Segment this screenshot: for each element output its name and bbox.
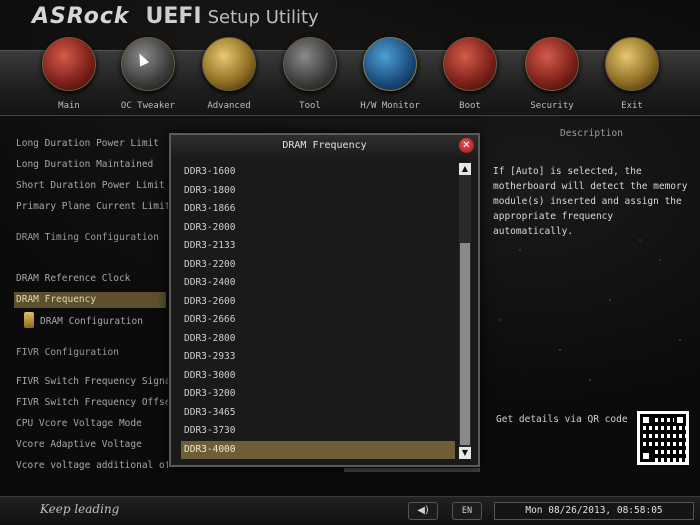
nav-tab-security[interactable]: Security (512, 37, 592, 117)
setting-item-selected[interactable]: DRAM Frequency (14, 292, 166, 308)
frequency-option[interactable]: DDR3-2133 (181, 237, 455, 256)
nav-tab-exit[interactable]: Exit (592, 37, 672, 117)
frequency-option[interactable]: DDR3-3730 (181, 422, 455, 441)
description-text: If [Auto] is selected, the motherboard w… (493, 166, 688, 237)
frequency-option[interactable]: DDR3-1600 (181, 163, 455, 182)
scroll-up-icon[interactable]: ▲ (459, 163, 471, 175)
boot-icon (443, 37, 497, 91)
brand: ASRock UEFI Setup Utility (32, 4, 319, 34)
frequency-option[interactable]: DDR3-3465 (181, 404, 455, 423)
nav-label: Advanced (207, 101, 251, 111)
tool-icon (283, 37, 337, 91)
frequency-list: DDR3-1600 DDR3-1800 DDR3-1866 DDR3-2000 … (181, 163, 455, 459)
close-icon[interactable]: ✕ (459, 138, 474, 153)
frequency-option[interactable]: DDR3-2600 (181, 293, 455, 312)
qr-code-icon (637, 411, 689, 465)
nav-label: Security (530, 101, 574, 111)
nav-label: H/W Monitor (360, 101, 420, 111)
frequency-option[interactable]: DDR3-1866 (181, 200, 455, 219)
oc-tweaker-icon (121, 37, 175, 91)
nav-tab-advanced[interactable]: Advanced (189, 37, 269, 117)
advanced-icon (202, 37, 256, 91)
frequency-option[interactable]: DDR3-1800 (181, 182, 455, 201)
setting-item[interactable]: Primary Plane Current Limit (16, 199, 168, 215)
nav-tab-hw-monitor[interactable]: H/W Monitor (350, 37, 430, 117)
brand-subtitle: Setup Utility (207, 7, 319, 28)
description-title: Description (560, 128, 623, 139)
brand-logo: ASRock (32, 4, 130, 29)
setting-item[interactable]: Vcore voltage additional offset (16, 458, 168, 474)
frequency-option[interactable]: DDR3-3000 (181, 367, 455, 386)
nav-tab-boot[interactable]: Boot (430, 37, 510, 117)
language-button[interactable]: EN (452, 502, 482, 520)
nav-tab-tool[interactable]: Tool (270, 37, 350, 117)
nav-tab-oc-tweaker[interactable]: OC Tweaker (108, 37, 188, 117)
folder-icon (24, 312, 34, 328)
frequency-option[interactable]: DDR3-2400 (181, 274, 455, 293)
frequency-option[interactable]: DDR3-2666 (181, 311, 455, 330)
scroll-thumb[interactable] (460, 243, 470, 445)
speaker-icon[interactable]: ◀) (408, 502, 438, 520)
header: ASRock UEFI Setup Utility Main OC Tweake… (0, 0, 700, 120)
frequency-option[interactable]: DDR3-2800 (181, 330, 455, 349)
horizontal-scrollbar[interactable] (344, 468, 480, 472)
nav-label: Exit (621, 101, 643, 111)
exit-icon (605, 37, 659, 91)
setting-item[interactable]: DRAM Reference Clock (16, 271, 168, 287)
brand-title: UEFI (145, 4, 202, 29)
setting-item[interactable]: FIVR Switch Frequency Signature (16, 374, 168, 390)
setting-item[interactable]: Long Duration Power Limit (16, 136, 168, 152)
frequency-option[interactable]: DDR3-3200 (181, 385, 455, 404)
hw-monitor-icon (363, 37, 417, 91)
slogan: Keep leading (40, 502, 120, 516)
frequency-option[interactable]: DDR3-2933 (181, 348, 455, 367)
setting-item[interactable]: FIVR Switch Frequency Offset (16, 395, 168, 411)
qr-label: Get details via QR code (496, 414, 628, 425)
security-icon (525, 37, 579, 91)
main-icon (42, 37, 96, 91)
section-heading: DRAM Timing Configuration (16, 232, 159, 243)
date-time-display: Mon 08/26/2013, 08:58:05 (494, 502, 694, 520)
setting-item[interactable]: Short Duration Power Limit (16, 178, 168, 194)
section-heading: FIVR Configuration (16, 347, 119, 358)
dialog-scrollbar[interactable]: ▲ ▼ (459, 163, 471, 459)
frequency-option[interactable]: DDR3-2000 (181, 219, 455, 238)
nav-tab-main[interactable]: Main (29, 37, 109, 117)
dialog-title: DRAM Frequency (171, 135, 478, 157)
scroll-down-icon[interactable]: ▼ (459, 447, 471, 459)
dram-frequency-dialog: DRAM Frequency ✕ DDR3-1600 DDR3-1800 DDR… (169, 133, 480, 467)
frequency-option[interactable]: DDR3-2200 (181, 256, 455, 275)
nav-label: Main (58, 101, 80, 111)
frequency-option-selected[interactable]: DDR3-4000 (181, 440, 455, 459)
setting-item[interactable]: CPU Vcore Voltage Mode (16, 416, 168, 432)
main-nav: Main OC Tweaker Advanced Tool H/W Monito… (0, 37, 700, 116)
nav-label: Tool (299, 101, 321, 111)
setting-item[interactable]: Vcore Adaptive Voltage (16, 437, 168, 453)
setting-item[interactable]: Long Duration Maintained (16, 157, 168, 173)
nav-label: Boot (459, 101, 481, 111)
nav-label: OC Tweaker (120, 101, 176, 111)
